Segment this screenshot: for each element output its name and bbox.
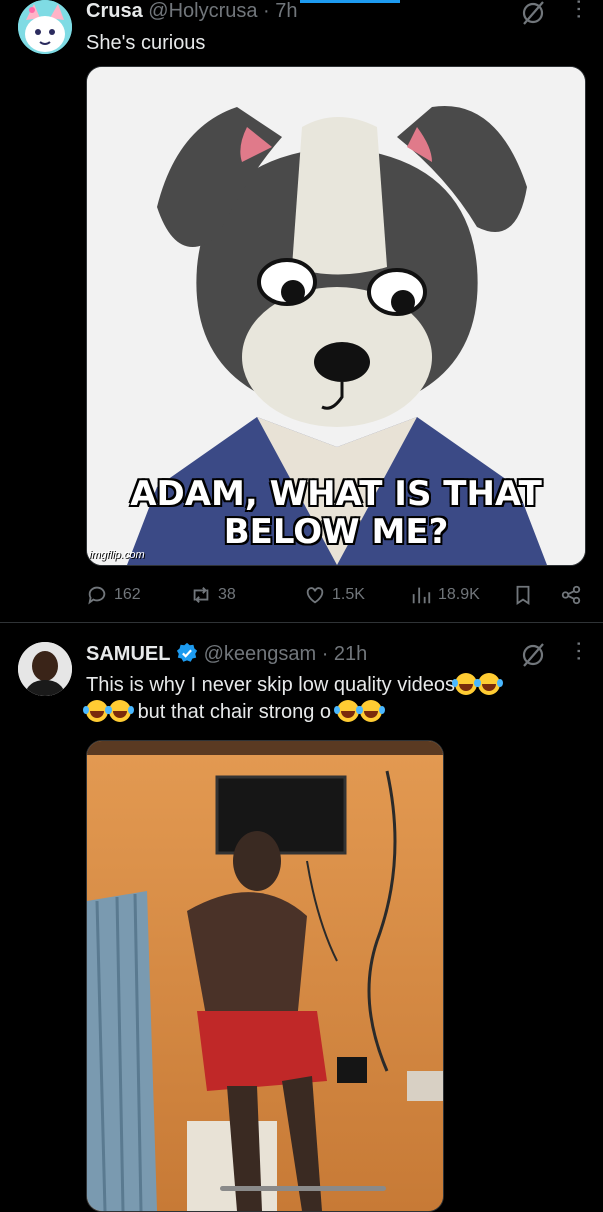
tears-of-joy-emoji xyxy=(106,700,131,722)
reply-button[interactable]: 162 xyxy=(86,580,141,610)
like-button[interactable]: 1.5K xyxy=(304,580,365,610)
meme-caption: ADAM, WHAT IS THAT BELOW ME? xyxy=(130,474,542,552)
timestamp[interactable]: · 21h xyxy=(322,643,368,665)
imgflip-watermark: imgflip.com xyxy=(89,549,145,561)
tweet-text-line2: but that chair strong o xyxy=(137,701,332,723)
author-line: Crusa @Holycrusa · 7h xyxy=(86,0,298,23)
tears-of-joy-emoji xyxy=(452,673,478,695)
tears-of-joy-emoji xyxy=(475,673,501,695)
more-dots-icon[interactable]: ⋯ xyxy=(567,0,592,20)
like-count: 1.5K xyxy=(332,586,365,603)
tweet-text-line1: This is why I never skip low quality vid… xyxy=(86,674,456,696)
views-button[interactable]: 18.9K xyxy=(410,580,480,610)
tears-of-joy-emoji xyxy=(356,700,382,722)
view-count: 18.9K xyxy=(438,586,480,603)
tweet-divider xyxy=(0,622,603,623)
tweet-samuel[interactable]: SAMUEL @keengsam · 21h ⋯ This is why I n… xyxy=(0,636,603,1212)
video-scrubber[interactable] xyxy=(220,1186,386,1191)
verified-badge-icon xyxy=(176,642,198,662)
grok-icon[interactable] xyxy=(520,0,546,26)
tweet-text: She's curious xyxy=(86,32,206,54)
timestamp[interactable]: · 7h xyxy=(263,0,297,22)
grok-icon[interactable] xyxy=(520,642,546,668)
bookmark-icon xyxy=(516,585,530,605)
avatar[interactable] xyxy=(18,0,72,54)
author-line: SAMUEL @keengsam · 21h xyxy=(86,642,367,666)
handle[interactable]: @keengsam xyxy=(204,643,317,665)
repost-count: 38 xyxy=(218,586,236,603)
tears-of-joy-emoji xyxy=(333,700,359,722)
more-dots-icon[interactable]: ⋯ xyxy=(567,640,592,662)
heart-icon xyxy=(306,587,324,604)
avatar[interactable] xyxy=(18,642,72,696)
share-icon xyxy=(561,585,581,605)
repost-button[interactable]: 38 xyxy=(190,580,236,610)
video-frame xyxy=(87,741,443,1211)
tweet-video[interactable] xyxy=(86,740,444,1212)
bar-chart-icon xyxy=(412,587,431,604)
reply-count: 162 xyxy=(114,586,141,603)
tweet-image[interactable]: ADAM, WHAT IS THAT BELOW ME? imgflip.com xyxy=(86,66,586,566)
repost-arrows-icon xyxy=(193,587,209,603)
action-bar: 162 38 1.5K 18.9K xyxy=(86,580,586,610)
display-name[interactable]: SAMUEL xyxy=(86,643,170,665)
share-button[interactable] xyxy=(560,580,582,610)
speech-bubble-icon xyxy=(88,586,106,605)
tears-of-joy-emoji xyxy=(83,700,108,722)
tweet-crusa[interactable]: Crusa @Holycrusa · 7h ⋯ She's curious AD… xyxy=(0,0,603,620)
display-name[interactable]: Crusa xyxy=(86,0,143,22)
tweet-text: This is why I never skip low quality vid… xyxy=(83,672,586,726)
bookmark-button[interactable] xyxy=(512,580,534,610)
handle[interactable]: @Holycrusa xyxy=(148,0,257,22)
